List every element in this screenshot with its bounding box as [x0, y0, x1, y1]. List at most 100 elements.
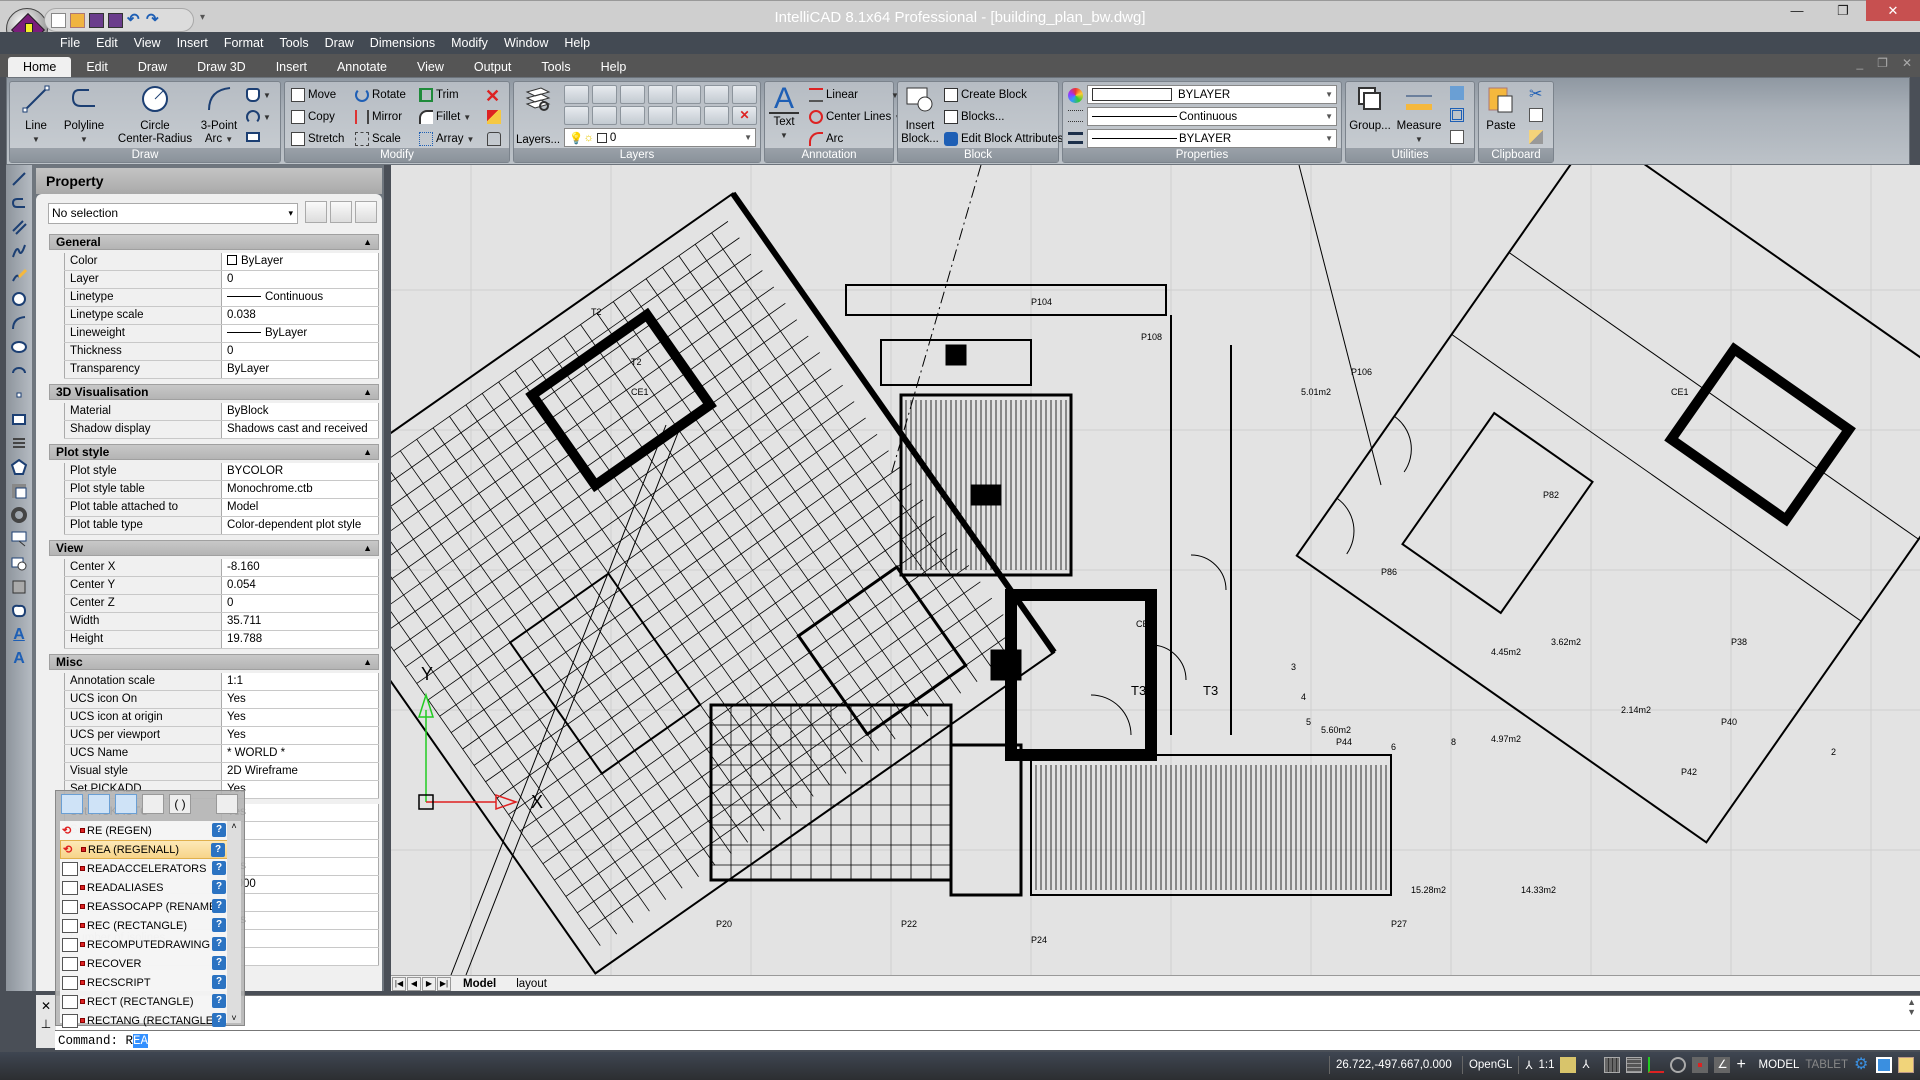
circle-tool-icon[interactable]	[9, 289, 29, 309]
property-value[interactable]: Yes	[222, 727, 379, 744]
property-value[interactable]: ByLayer	[222, 325, 379, 342]
redo-icon[interactable]: ↷	[146, 12, 161, 28]
command-scrollbar[interactable]: ▲ ▼	[1907, 997, 1916, 1017]
autocomplete-item[interactable]: READALIASES?	[60, 878, 228, 897]
property-value[interactable]: 35.711	[222, 613, 379, 630]
property-value[interactable]: ByLayer	[222, 253, 379, 270]
autocomplete-item[interactable]: RECOMPUTEDRAWING?	[60, 935, 228, 954]
property-row[interactable]: UCS icon On Yes	[64, 691, 379, 709]
create-block-button[interactable]: Create Block	[944, 88, 1027, 102]
blocks-button[interactable]: Blocks...	[944, 110, 1004, 124]
autocomplete-item[interactable]: ⟲ REA (REGENALL)?	[60, 840, 228, 859]
ortho-icon[interactable]	[1648, 1057, 1665, 1073]
help-icon[interactable]: ?	[212, 861, 226, 875]
property-row[interactable]: Center Y 0.054	[64, 577, 379, 595]
property-row[interactable]: Width 35.711	[64, 613, 379, 631]
tab-tools[interactable]: Tools	[526, 57, 585, 77]
menu-file[interactable]: File	[52, 32, 88, 54]
measure-button[interactable]: Measure ▼	[1394, 84, 1444, 146]
help-icon[interactable]: ?	[211, 843, 225, 857]
autocomplete-item[interactable]: RECOVER?	[60, 954, 228, 973]
ac-settings-button[interactable]	[142, 794, 164, 814]
menu-draw[interactable]: Draw	[317, 32, 362, 54]
select-similar-icon[interactable]	[1450, 108, 1464, 122]
property-row[interactable]: Plot style BYCOLOR	[64, 463, 379, 481]
new-icon[interactable]	[51, 12, 66, 28]
layer-unlock-button[interactable]	[648, 106, 673, 125]
property-value[interactable]: ByBlock	[222, 403, 379, 420]
property-row[interactable]: Height 19.788	[64, 631, 379, 649]
leader-tool-icon[interactable]	[9, 529, 29, 549]
hatch-tool-icon[interactable]	[9, 481, 29, 501]
property-row[interactable]: Transparency ByLayer	[64, 361, 379, 379]
quick-select-icon[interactable]	[1450, 86, 1464, 100]
tab-home[interactable]: Home	[8, 57, 72, 77]
layer-lock-button[interactable]	[648, 85, 673, 104]
ac-brackets-button[interactable]: ( )	[169, 794, 191, 814]
last-tab-button[interactable]: ▶|	[437, 976, 451, 991]
property-value[interactable]: 2D Wireframe	[222, 763, 379, 780]
quick-select-button[interactable]	[355, 201, 377, 223]
property-value[interactable]: 1:1	[222, 673, 379, 690]
spline-tool-icon[interactable]	[9, 241, 29, 261]
menu-window[interactable]: Window	[496, 32, 556, 54]
minimize-button[interactable]: —	[1774, 0, 1820, 21]
property-row[interactable]: Linetype scale 0.038	[64, 307, 379, 325]
property-value[interactable]: Yes	[222, 781, 379, 798]
help-icon[interactable]: ?	[212, 880, 226, 894]
property-row[interactable]: Center Z0	[64, 595, 379, 613]
layer-previous-button[interactable]	[592, 85, 617, 104]
layer-dropdown[interactable]: 💡 ☼ 0 ▼	[564, 128, 756, 147]
settings-icon[interactable]: ⚙	[1854, 1057, 1870, 1073]
help-icon[interactable]: ?	[212, 1013, 226, 1027]
array-button[interactable]: Array ▼	[419, 132, 474, 146]
property-value[interactable]: ByLayer	[222, 361, 379, 378]
paste-button[interactable]: Paste	[1481, 84, 1521, 133]
property-row[interactable]: Color ByLayer	[64, 253, 379, 271]
color-dropdown[interactable]: BYLAYER ▼	[1087, 85, 1337, 104]
drawing-canvas[interactable]: Y X P104 P108 P106 P86 P44 P46 P24 P22 P20 P27 T3 T…	[391, 165, 1920, 975]
property-row[interactable]: UCS icon at origin Yes	[64, 709, 379, 727]
fillet-button[interactable]: Fillet ▼	[419, 110, 471, 124]
donut-tool-icon[interactable]	[9, 505, 29, 525]
property-row[interactable]: Shadow display Shadows cast and received	[64, 421, 379, 439]
tab-draw[interactable]: Draw	[123, 57, 182, 77]
property-value[interactable]: Monochrome.ctb	[222, 481, 379, 498]
notifications-icon[interactable]	[1898, 1057, 1914, 1073]
stretch-button[interactable]: Stretch	[291, 132, 344, 146]
next-tab-button[interactable]: ▶	[422, 976, 436, 991]
menu-insert[interactable]: Insert	[169, 32, 216, 54]
property-row[interactable]: Material ByBlock	[64, 403, 379, 421]
audit-icon[interactable]	[1450, 130, 1464, 144]
pin-command-icon[interactable]: ⊥	[36, 1017, 56, 1031]
property-row[interactable]: Center X -8.160	[64, 559, 379, 577]
autocomplete-scrollbar[interactable]: ˄ ˅	[227, 821, 241, 1023]
insert-block-button[interactable]: Insert Block...	[900, 84, 940, 146]
annotation-scale-icon[interactable]: ⅄	[1525, 1058, 1532, 1072]
layer-off-button[interactable]	[676, 106, 701, 125]
property-value[interactable]: Color-dependent plot style	[222, 517, 379, 534]
property-row[interactable]: Visual style 2D Wireframe	[64, 763, 379, 781]
revision-cloud-tool-icon[interactable]	[9, 433, 29, 453]
linetype-dropdown[interactable]: Continuous ▼	[1087, 107, 1337, 126]
tab-draw-3d[interactable]: Draw 3D	[182, 57, 261, 77]
property-row[interactable]: Layer 0	[64, 271, 379, 289]
renderer-label[interactable]: OpenGL	[1469, 1059, 1512, 1071]
property-value[interactable]: * WORLD *	[222, 745, 379, 762]
lineweight-toggle-icon[interactable]: +	[1736, 1057, 1752, 1073]
annotation-scale-value[interactable]: 1:1	[1538, 1059, 1554, 1071]
menu-edit[interactable]: Edit	[88, 32, 126, 54]
copy-button[interactable]: Copy	[291, 110, 335, 124]
polyline-tool-icon[interactable]	[9, 193, 29, 213]
help-icon[interactable]: ?	[212, 994, 226, 1008]
layer-freeze-button[interactable]	[704, 106, 729, 125]
point-tool-icon[interactable]	[9, 385, 29, 405]
polygon-tool-icon[interactable]	[9, 457, 29, 477]
scale-button[interactable]: Scale	[355, 132, 401, 146]
property-row[interactable]: Linetype Continuous	[64, 289, 379, 307]
erase-icon[interactable]: ✕	[485, 86, 500, 107]
ac-variables-filter[interactable]	[88, 794, 110, 814]
tab-insert[interactable]: Insert	[261, 57, 322, 77]
property-value[interactable]: 19.788	[222, 631, 379, 648]
multiline-tool-icon[interactable]	[9, 217, 29, 237]
